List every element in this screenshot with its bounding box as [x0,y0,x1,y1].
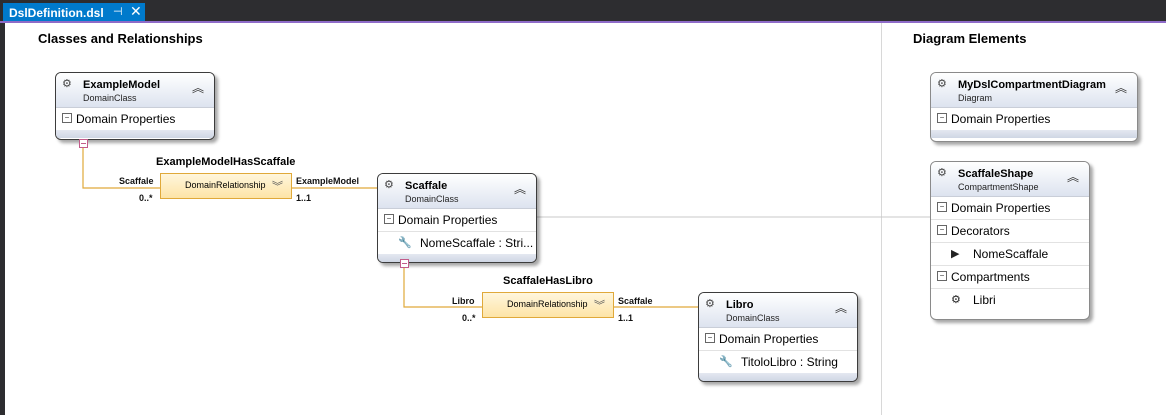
compartment-item-label: Libri [973,293,996,307]
chevron-up-icon[interactable]: ︽ [1067,168,1079,185]
collapse-icon[interactable]: − [384,214,394,224]
class-header: ⚙ Scaffale DomainClass ︽ [378,174,536,209]
source-multiplicity: 0..* [139,193,153,203]
source-multiplicity: 0..* [462,313,476,323]
chevron-up-icon[interactable]: ︽ [514,180,526,197]
target-multiplicity: 1..1 [296,193,312,203]
tab-title: DslDefinition.dsl [9,5,104,20]
examplemodelhasscaffale-relationship[interactable]: DomainRelationship ︾ [160,173,292,199]
tag-icon: ▶ [951,248,960,260]
diagram-icon: ⚙ [937,78,947,90]
chevron-down-icon[interactable]: ︾ [272,178,283,194]
close-icon[interactable]: ✕ [130,3,142,20]
source-role-label: Libro [452,296,475,306]
scaffalehaslibro-relationship[interactable]: DomainRelationship ︾ [482,292,614,318]
compartment-label: Domain Properties [951,201,1051,215]
class-icon: ⚙ [384,179,394,191]
decorators-compartment[interactable]: − Decorators [931,220,1089,243]
class-kind: DomainClass [83,93,137,103]
compartment-icon: ⚙ [951,294,961,306]
collapse-icon[interactable]: − [937,113,947,123]
collapse-icon[interactable]: − [937,202,947,212]
pin-icon[interactable]: ⊣ [113,5,123,18]
target-role-label: ExampleModel [296,176,360,186]
element-header: ⚙ MyDslCompartmentDiagram Diagram ︽ [931,73,1137,108]
collapse-icon[interactable]: − [937,225,947,235]
scaffale-class[interactable]: ⚙ Scaffale DomainClass ︽ − Domain Proper… [377,173,537,263]
property-label: TitoloLibro : String [741,355,838,369]
shape-footer [56,130,214,138]
decorator-label: NomeScaffale [973,247,1049,261]
compartment-label: Decorators [951,224,1010,238]
compartment-label: Compartments [951,270,1030,284]
embedding-marker-icon [79,139,88,148]
decorator-item[interactable]: ▶ NomeScaffale [931,243,1089,266]
chevron-up-icon[interactable]: ︽ [1115,79,1127,96]
collapse-icon[interactable]: − [705,333,715,343]
class-icon: ⚙ [705,298,715,310]
class-icon: ⚙ [62,78,72,90]
element-kind: CompartmentShape [958,182,1039,192]
examplemodel-class[interactable]: ⚙ ExampleModel DomainClass ︽ − Domain Pr… [55,72,215,140]
design-surface[interactable]: Classes and Relationships Diagram Elemen… [5,23,1166,415]
chevron-up-icon[interactable]: ︽ [192,79,204,96]
class-header: ⚙ Libro DomainClass ︽ [699,293,857,328]
element-header: ⚙ ScaffaleShape CompartmentShape ︽ [931,162,1089,197]
class-kind: DomainClass [405,194,459,204]
compartment-label: Domain Properties [719,332,819,346]
domain-properties-compartment[interactable]: − Domain Properties [56,108,214,130]
compartment-item[interactable]: ⚙ Libri [931,289,1089,311]
source-role-label: Scaffale [119,176,154,186]
domain-properties-compartment[interactable]: − Domain Properties [378,209,536,232]
class-kind: DomainClass [726,313,780,323]
class-header: ⚙ ExampleModel DomainClass ︽ [56,73,214,108]
relationship-name: ExampleModelHasScaffale [156,156,296,168]
chevron-down-icon[interactable]: ︾ [594,297,605,313]
shape-footer [931,130,1137,138]
element-name: ScaffaleShape [958,168,1034,180]
compartment-label: Domain Properties [951,112,1051,126]
compartment-label: Domain Properties [398,213,498,227]
element-name: MyDslCompartmentDiagram [958,79,1106,91]
collapse-icon[interactable]: − [937,271,947,281]
target-role-label: Scaffale [618,296,653,306]
wrench-icon: 🔧 [398,237,412,249]
document-tab-bar: DslDefinition.dsl ⊣ ✕ [0,0,1166,23]
domain-properties-compartment[interactable]: − Domain Properties [931,197,1089,220]
compartment-label: Domain Properties [76,112,176,126]
collapse-icon[interactable]: − [62,113,72,123]
property-item[interactable]: 🔧 NomeScaffale : Stri... [378,232,536,254]
class-name: Libro [726,299,754,311]
relationship-kind: DomainRelationship [185,180,266,190]
class-name: ExampleModel [83,79,161,91]
document-tab[interactable]: DslDefinition.dsl ⊣ ✕ [3,3,145,22]
compartments-compartment[interactable]: − Compartments [931,266,1089,289]
target-multiplicity: 1..1 [618,313,634,323]
embedding-marker-icon [400,259,409,268]
libro-class[interactable]: ⚙ Libro DomainClass ︽ − Domain Propertie… [698,292,858,382]
domain-properties-compartment[interactable]: − Domain Properties [699,328,857,351]
mydslcompartmentdiagram-element[interactable]: ⚙ MyDslCompartmentDiagram Diagram ︽ − Do… [930,72,1138,142]
shape-footer [699,373,857,381]
element-kind: Diagram [958,93,993,103]
domain-properties-compartment[interactable]: − Domain Properties [931,108,1137,130]
wrench-icon: 🔧 [719,356,733,368]
class-name: Scaffale [405,180,448,192]
property-label: NomeScaffale : Stri... [420,236,534,250]
relationship-kind: DomainRelationship [507,299,588,309]
chevron-up-icon[interactable]: ︽ [835,299,847,316]
property-item[interactable]: 🔧 TitoloLibro : String [699,351,857,373]
compartment-shape-icon: ⚙ [937,167,947,179]
scaffaleshape-element[interactable]: ⚙ ScaffaleShape CompartmentShape ︽ − Dom… [930,161,1090,320]
relationship-name: ScaffaleHasLibro [503,275,593,287]
